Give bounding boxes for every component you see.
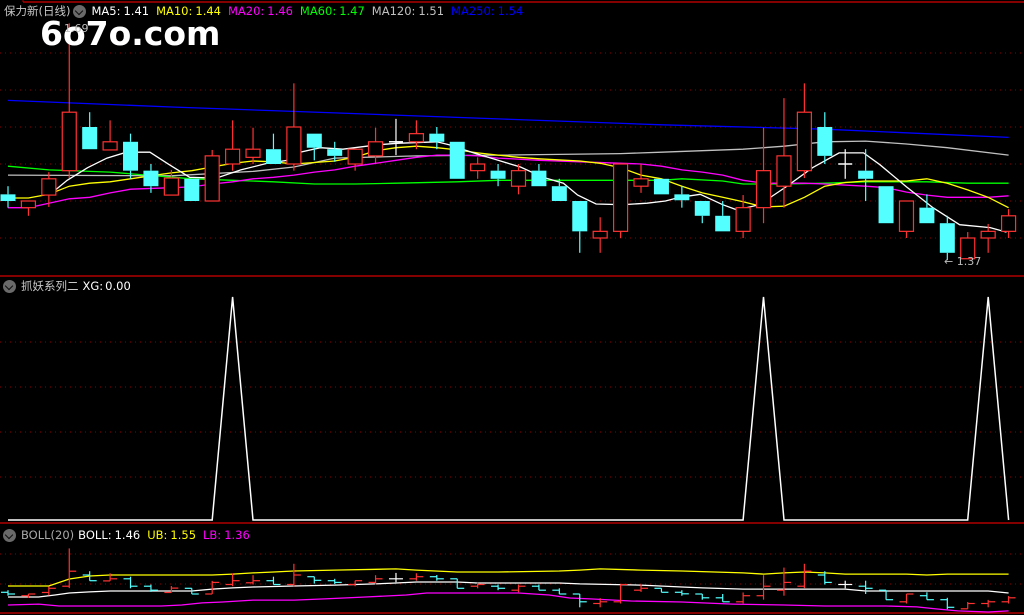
stock-chart-canvas[interactable]	[0, 0, 1024, 615]
candle-body-up	[612, 163, 629, 232]
candle-body-up	[408, 133, 424, 143]
candle-body-up	[20, 200, 37, 209]
ma-legend-value: 1.47	[339, 4, 365, 18]
candle-body-up	[61, 111, 77, 172]
line-lb	[7, 592, 1009, 613]
candle-body-up	[592, 230, 608, 239]
candle-body-down	[82, 127, 98, 150]
high-price-label: 1.69	[64, 22, 89, 35]
boll-legend-value: 1.46	[114, 528, 141, 542]
candle-body-down	[184, 178, 200, 201]
candle-body-down	[531, 170, 547, 187]
xg-value: 0.00	[105, 279, 131, 293]
chevron-down-icon[interactable]	[3, 528, 16, 542]
boll-legend-label: UB:	[147, 528, 168, 542]
candle-body-down	[817, 127, 833, 156]
candle-body-up	[204, 155, 220, 202]
candle-body-down	[715, 215, 731, 232]
line-boll	[8, 581, 1009, 598]
low-price-label: ← 1.37	[944, 255, 982, 268]
candle-body-down	[265, 149, 281, 164]
candle-body-up	[796, 111, 812, 172]
boll-legend-label: BOLL:	[78, 528, 112, 542]
candle-body-up	[286, 126, 302, 165]
ma-legend-label: MA60:	[299, 4, 337, 18]
candle-body-up	[510, 170, 527, 187]
ma-legend-value: 1.54	[497, 4, 524, 18]
candle-body-down	[572, 201, 588, 232]
candle-body-down	[143, 170, 159, 187]
candle-body-up	[755, 170, 772, 209]
boll-legend-value: 1.36	[224, 528, 250, 542]
boll-legend: BOLL: 1.46 UB: 1.55 LB: 1.36	[78, 527, 257, 543]
candle-body-up	[735, 207, 751, 232]
candle-body-down	[429, 133, 445, 142]
candle-body-down	[858, 170, 874, 179]
candle-body-down	[939, 223, 955, 253]
ma-legend-value: 1.46	[267, 4, 293, 18]
candle-body-up	[163, 177, 179, 196]
candle-body-down	[449, 141, 465, 179]
candle-body-up	[980, 230, 996, 239]
candle-body-up	[245, 148, 261, 158]
candle-body-up	[41, 178, 57, 196]
ma-legend-label: MA20:	[227, 4, 265, 18]
candle-body-down	[694, 201, 710, 216]
candle-body-up	[898, 200, 915, 232]
candle-body-down	[919, 207, 935, 224]
ma-legend-label: MA120:	[371, 4, 416, 18]
candle-body-down	[653, 178, 669, 195]
candle-body-down	[551, 186, 567, 201]
candle-body-up	[225, 148, 241, 165]
candle-body-up	[347, 148, 363, 165]
candle-body-down	[490, 170, 506, 179]
candle-body-down	[674, 194, 690, 201]
sub1-title: 抓妖系列二	[21, 279, 79, 293]
candle-body-down	[0, 194, 16, 201]
ma-legend-value: 1.51	[418, 4, 445, 18]
chevron-down-icon[interactable]	[3, 279, 16, 293]
boll-legend-value: 1.55	[170, 528, 197, 542]
candle-body-down	[878, 186, 894, 224]
boll-legend-label: LB:	[203, 528, 222, 542]
candle-body-up	[776, 155, 792, 187]
line-ma250	[7, 99, 1009, 139]
candle-body-up	[367, 141, 384, 157]
candle-body-up	[470, 163, 486, 172]
boll-title: BOLL(20)	[21, 528, 75, 542]
candle-body-up	[1000, 215, 1017, 232]
sub1-pane-header: 抓妖系列二 XG: 0.00	[0, 278, 135, 294]
candle-body-down	[306, 133, 322, 148]
xg-label: XG:	[82, 279, 104, 293]
candle-body-down	[123, 141, 139, 171]
candle-body-up	[102, 141, 118, 151]
ma-legend-label: MA250:	[451, 4, 495, 18]
line-xg	[8, 296, 1010, 521]
candle-body-up	[633, 178, 649, 187]
candle-body-down	[327, 149, 343, 156]
sub2-pane-header: BOLL(20) BOLL: 1.46 UB: 1.55 LB: 1.36	[0, 527, 261, 543]
